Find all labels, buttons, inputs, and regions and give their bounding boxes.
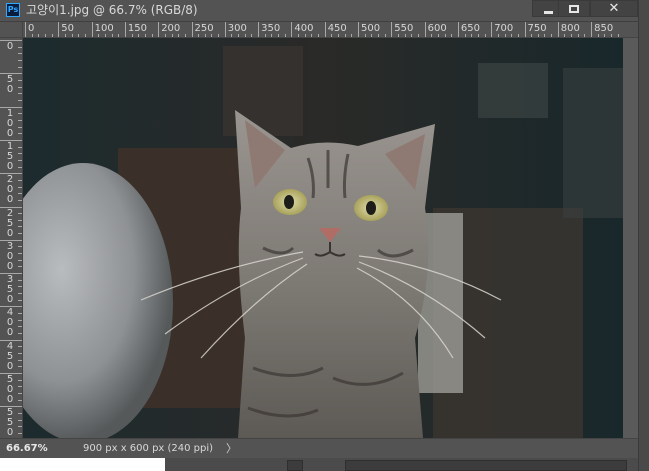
maximize-icon [569, 5, 579, 13]
ruler-label: 850 [594, 23, 614, 34]
bottom-panel-tab[interactable] [287, 460, 303, 471]
ruler-major-tick [424, 22, 426, 37]
ruler-label: 150 [6, 140, 14, 172]
ruler-major-tick [91, 22, 93, 37]
ruler-label: 150 [127, 23, 147, 34]
ruler-label: 400 [6, 307, 14, 339]
maximize-button[interactable] [558, 0, 590, 17]
ruler-major-tick [391, 22, 393, 37]
ruler-major-tick [124, 22, 126, 37]
ruler-major-tick [557, 22, 559, 37]
ruler-major-tick [58, 22, 60, 37]
horizontal-ruler[interactable]: 0 50 100 150 200 250 300 350 400 450 500 550 600 650 7… [23, 22, 638, 38]
ruler-major-tick [191, 22, 193, 37]
status-bar: 66.67% 900 px x 600 px (240 ppi) 〉 [0, 438, 638, 458]
minimize-icon [544, 11, 553, 14]
ruler-label: 50 [61, 23, 75, 34]
document-title-bar[interactable]: Ps 고양이1.jpg @ 66.7% (RGB/8) ✕ [0, 0, 649, 22]
ruler-origin[interactable] [0, 22, 23, 38]
ruler-label: 250 [194, 23, 214, 34]
ruler-major-tick [524, 22, 526, 37]
ruler-label: 300 [6, 240, 14, 272]
ruler-label: 550 [394, 23, 414, 34]
ruler-label: 200 [161, 23, 181, 34]
ruler-label: 550 [6, 407, 14, 438]
ruler-major-tick [358, 22, 359, 37]
ruler-major-tick [324, 22, 326, 37]
ruler-label: 650 [460, 23, 480, 34]
ruler-label: 450 [327, 23, 347, 34]
bottom-panel-strip [0, 458, 638, 471]
ruler-label: 100 [94, 23, 114, 34]
ruler-major-tick [224, 22, 226, 37]
ruler-major-tick [591, 22, 593, 37]
ruler-label: 500 [6, 374, 14, 405]
ruler-label: 300 [227, 23, 247, 34]
ruler-label: 100 [6, 107, 14, 139]
ruler-label: 200 [6, 174, 14, 206]
ruler-label: 700 [494, 23, 514, 34]
zoom-level-field[interactable]: 66.67% [6, 442, 62, 456]
ruler-label: 50 [6, 74, 14, 96]
document-info: 900 px x 600 px (240 ppi) [83, 443, 214, 454]
ruler-label: 600 [427, 23, 447, 34]
ruler-label: 350 [6, 274, 14, 306]
ruler-major-tick [491, 22, 493, 37]
bottom-panel-tab[interactable] [345, 460, 627, 471]
status-menu-arrow-icon[interactable]: 〉 [226, 442, 237, 456]
ruler-label: 750 [527, 23, 547, 34]
photoshop-icon: Ps [6, 3, 20, 17]
panel-edge [638, 0, 649, 471]
document-title: 고양이1.jpg @ 66.7% (RGB/8) [26, 3, 198, 17]
image-canvas[interactable] [23, 38, 623, 438]
close-button[interactable]: ✕ [590, 0, 638, 17]
ruler-label: 450 [6, 340, 14, 372]
ruler-major-tick [258, 22, 260, 37]
ruler-label: 0 [6, 41, 14, 52]
ruler-major-tick [158, 22, 160, 37]
ruler-label: 400 [294, 23, 314, 34]
canvas-pasteboard [623, 38, 638, 438]
ruler-major-tick [25, 22, 26, 37]
ruler-label: 500 [361, 23, 381, 34]
ruler-label: 350 [261, 23, 281, 34]
vertical-ruler[interactable]: 0 50 100 150 200 250 300 350 400 450 500 550 [0, 38, 23, 438]
close-icon: ✕ [608, 1, 620, 16]
bottom-blank-area [0, 458, 165, 471]
ruler-major-tick [291, 22, 293, 37]
ruler-major-tick [457, 22, 459, 37]
ruler-label: 0 [28, 23, 35, 34]
ruler-label: 250 [6, 207, 14, 239]
tabby-cat-photo [23, 38, 623, 438]
ruler-label: 800 [560, 23, 580, 34]
